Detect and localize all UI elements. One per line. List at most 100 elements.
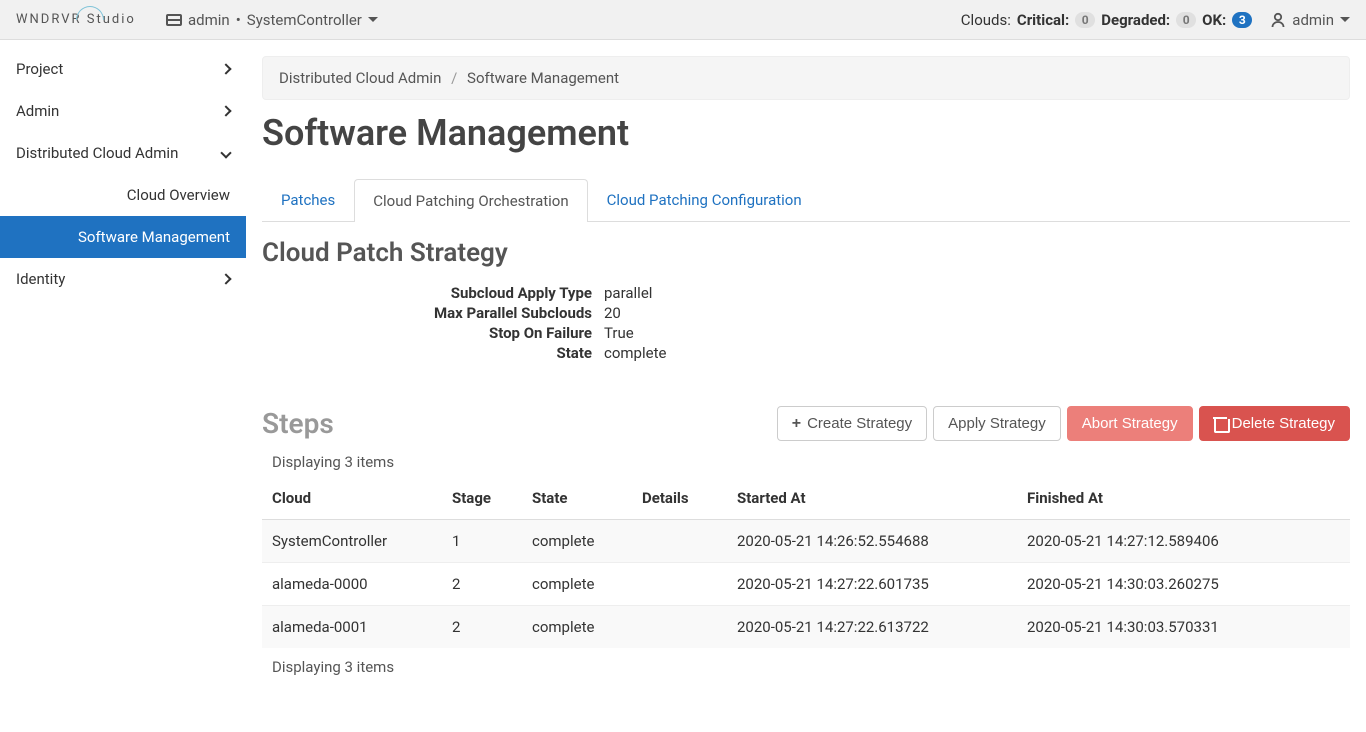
strategy-details: Subcloud Apply Type parallel Max Paralle… bbox=[262, 284, 1350, 362]
button-row: + Create Strategy Apply Strategy Abort S… bbox=[777, 406, 1350, 441]
table-row[interactable]: alameda-00002complete 2020-05-21 14:27:22… bbox=[262, 563, 1350, 606]
ok-count-badge: 3 bbox=[1232, 12, 1252, 28]
chevron-right-icon bbox=[220, 105, 231, 116]
col-finished[interactable]: Finished At bbox=[1017, 477, 1350, 520]
cell-details bbox=[632, 606, 727, 649]
chevron-right-icon bbox=[220, 273, 231, 284]
chevron-right-icon bbox=[220, 63, 231, 74]
cell-state: complete bbox=[522, 606, 632, 649]
cell-started: 2020-05-21 14:26:52.554688 bbox=[727, 520, 1017, 563]
steps-title: Steps bbox=[262, 407, 334, 440]
domain-user: admin bbox=[188, 11, 230, 29]
cell-cloud: SystemController bbox=[262, 520, 442, 563]
section-title: Cloud Patch Strategy bbox=[262, 238, 1350, 268]
stop-on-failure-label: Stop On Failure bbox=[262, 324, 592, 342]
table-row[interactable]: SystemController1complete 2020-05-21 14:2… bbox=[262, 520, 1350, 563]
abort-strategy-button[interactable]: Abort Strategy bbox=[1067, 406, 1193, 441]
sidebar: Project Admin Distributed Cloud Admin Cl… bbox=[0, 40, 246, 698]
degraded-count-badge: 0 bbox=[1176, 12, 1196, 28]
logo-arc-icon bbox=[76, 6, 104, 20]
critical-label: Critical: bbox=[1017, 11, 1069, 29]
sidebar-item-project[interactable]: Project bbox=[0, 48, 246, 90]
apply-strategy-button[interactable]: Apply Strategy bbox=[933, 406, 1061, 441]
page-title: Software Management bbox=[262, 112, 1350, 154]
sidebar-item-distributed-cloud-admin[interactable]: Distributed Cloud Admin bbox=[0, 132, 246, 174]
sidebar-item-label: Project bbox=[16, 60, 63, 78]
state-value: complete bbox=[604, 344, 1350, 362]
button-label: Create Strategy bbox=[807, 415, 912, 432]
max-parallel-value: 20 bbox=[604, 304, 1350, 322]
table-row[interactable]: alameda-00012complete 2020-05-21 14:27:22… bbox=[262, 606, 1350, 649]
stop-on-failure-value: True bbox=[604, 324, 1350, 342]
max-parallel-label: Max Parallel Subclouds bbox=[262, 304, 592, 322]
logo: WNDRVR Studio bbox=[16, 12, 166, 27]
cell-details bbox=[632, 563, 727, 606]
topbar: WNDRVR Studio admin • SystemController C… bbox=[0, 0, 1366, 40]
col-stage[interactable]: Stage bbox=[442, 477, 522, 520]
trash-icon bbox=[1214, 417, 1226, 431]
breadcrumb-current: Software Management bbox=[467, 69, 619, 87]
tab-cloud-patching-configuration[interactable]: Cloud Patching Configuration bbox=[588, 178, 821, 221]
sidebar-item-identity[interactable]: Identity bbox=[0, 258, 246, 300]
button-label: Delete Strategy bbox=[1232, 415, 1335, 432]
chevron-down-icon bbox=[220, 147, 231, 158]
delete-strategy-button[interactable]: Delete Strategy bbox=[1199, 406, 1350, 441]
domain-selector[interactable]: admin • SystemController bbox=[166, 11, 378, 29]
item-count-top: Displaying 3 items bbox=[272, 453, 1350, 471]
state-label: State bbox=[262, 344, 592, 362]
cell-stage: 2 bbox=[442, 606, 522, 649]
main-content: Distributed Cloud Admin / Software Manag… bbox=[246, 40, 1366, 698]
sidebar-sub-label: Software Management bbox=[78, 228, 230, 246]
cell-details bbox=[632, 520, 727, 563]
col-cloud[interactable]: Cloud bbox=[262, 477, 442, 520]
cell-state: complete bbox=[522, 563, 632, 606]
tab-patches[interactable]: Patches bbox=[262, 178, 354, 221]
breadcrumb: Distributed Cloud Admin / Software Manag… bbox=[262, 56, 1350, 100]
caret-down-icon bbox=[368, 17, 378, 22]
button-label: Apply Strategy bbox=[948, 415, 1046, 432]
sidebar-sub-cloud-overview[interactable]: Cloud Overview bbox=[0, 174, 246, 216]
apply-type-label: Subcloud Apply Type bbox=[262, 284, 592, 302]
cell-state: complete bbox=[522, 520, 632, 563]
user-icon bbox=[1270, 12, 1286, 28]
col-details[interactable]: Details bbox=[632, 477, 727, 520]
user-menu[interactable]: admin bbox=[1270, 11, 1350, 29]
steps-table: Cloud Stage State Details Started At Fin… bbox=[262, 477, 1350, 648]
sidebar-item-label: Identity bbox=[16, 270, 65, 288]
cell-cloud: alameda-0000 bbox=[262, 563, 442, 606]
apply-type-value: parallel bbox=[604, 284, 1350, 302]
sidebar-sub-software-management[interactable]: Software Management bbox=[0, 216, 246, 258]
col-state[interactable]: State bbox=[522, 477, 632, 520]
breadcrumb-parent[interactable]: Distributed Cloud Admin bbox=[279, 69, 441, 87]
clouds-label: Clouds: bbox=[961, 11, 1011, 29]
cell-started: 2020-05-21 14:27:22.613722 bbox=[727, 606, 1017, 649]
sidebar-item-admin[interactable]: Admin bbox=[0, 90, 246, 132]
plus-icon: + bbox=[792, 417, 801, 431]
degraded-label: Degraded: bbox=[1101, 11, 1170, 29]
caret-down-icon bbox=[1340, 17, 1350, 22]
domain-icon bbox=[166, 14, 182, 26]
steps-header: Steps + Create Strategy Apply Strategy A… bbox=[262, 406, 1350, 441]
critical-count-badge: 0 bbox=[1075, 12, 1095, 28]
cell-finished: 2020-05-21 14:27:12.589406 bbox=[1017, 520, 1350, 563]
cell-stage: 2 bbox=[442, 563, 522, 606]
sidebar-item-label: Distributed Cloud Admin bbox=[16, 144, 178, 162]
cell-cloud: alameda-0001 bbox=[262, 606, 442, 649]
cell-finished: 2020-05-21 14:30:03.260275 bbox=[1017, 563, 1350, 606]
domain-sep: • bbox=[236, 11, 241, 29]
create-strategy-button[interactable]: + Create Strategy bbox=[777, 406, 927, 441]
cell-stage: 1 bbox=[442, 520, 522, 563]
button-label: Abort Strategy bbox=[1082, 415, 1178, 432]
col-started[interactable]: Started At bbox=[727, 477, 1017, 520]
tabs: Patches Cloud Patching Orchestration Clo… bbox=[262, 178, 1350, 222]
breadcrumb-sep: / bbox=[451, 69, 457, 87]
cell-finished: 2020-05-21 14:30:03.570331 bbox=[1017, 606, 1350, 649]
user-name: admin bbox=[1292, 11, 1334, 29]
ok-label: OK: bbox=[1202, 11, 1226, 29]
cell-started: 2020-05-21 14:27:22.601735 bbox=[727, 563, 1017, 606]
item-count-bottom: Displaying 3 items bbox=[272, 658, 1350, 676]
cloud-status: Clouds: Critical: 0 Degraded: 0 OK: 3 bbox=[957, 11, 1252, 29]
domain-project: SystemController bbox=[247, 11, 362, 29]
tab-cloud-patching-orchestration[interactable]: Cloud Patching Orchestration bbox=[354, 179, 587, 222]
sidebar-sub-label: Cloud Overview bbox=[127, 186, 230, 204]
